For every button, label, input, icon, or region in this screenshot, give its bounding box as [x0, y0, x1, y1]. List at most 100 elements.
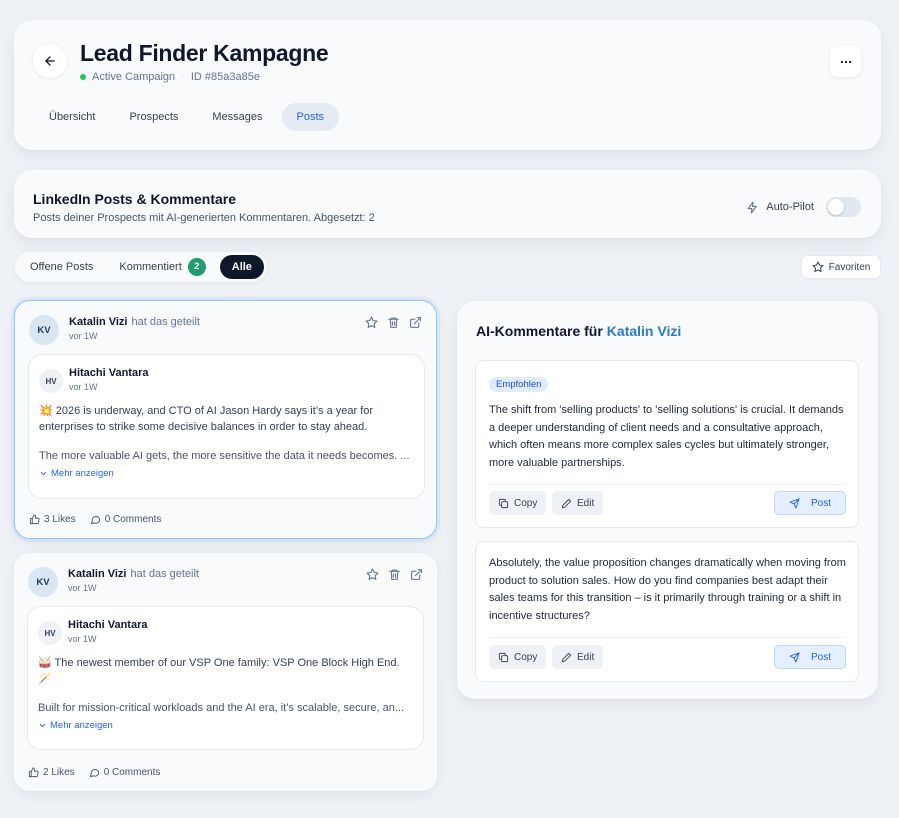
ai-title-text: AI-Kommentare für [476, 323, 603, 339]
shared-post: HV Hitachi Vantara vor 1W 💥 2026 is unde… [28, 354, 425, 499]
more-options-button[interactable] [830, 46, 861, 77]
post-actions [366, 568, 423, 581]
thumbs-up-icon [29, 514, 40, 525]
post-stats: 3 Likes 0 Comments [29, 514, 161, 525]
comments-label: 0 Comments [103, 767, 161, 778]
company-post-time: vor 1W [69, 382, 98, 392]
chevron-down-icon [39, 723, 46, 728]
post-author: Katalin Vizi hat das geteilt [69, 316, 200, 328]
post-time: vor 1W [68, 583, 97, 593]
show-more-label: Mehr anzeigen [51, 468, 114, 479]
edit-button[interactable]: Edit [552, 645, 604, 669]
post-stats: 2 Likes 0 Comments [28, 767, 160, 778]
company-name: Hitachi Vantara [68, 619, 148, 631]
trash-icon [389, 569, 400, 580]
delete-post-button[interactable] [387, 316, 400, 329]
shared-text: hat das geteilt [131, 316, 200, 328]
post-filter: Offene Posts Kommentiert 2 Alle [15, 252, 267, 282]
post-label: Post [810, 651, 831, 663]
send-icon [789, 497, 800, 509]
copy-button[interactable]: Copy [489, 645, 547, 669]
likes-count: 2 Likes [28, 767, 75, 778]
avatar: KV [29, 315, 59, 345]
likes-label: 2 Likes [43, 767, 75, 778]
trash-icon [388, 317, 399, 328]
comment-icon [90, 516, 100, 525]
separator: · [181, 71, 185, 83]
favorites-label: Favoriten [828, 261, 871, 273]
tab-posts[interactable]: Posts [281, 103, 340, 131]
copy-button[interactable]: Copy [489, 491, 547, 515]
show-more-link[interactable]: Mehr anzeigen [38, 720, 113, 731]
post-card[interactable]: KV Katalin Vizi hat das geteilt vor 1W HV… [14, 300, 437, 539]
show-more-link[interactable]: Mehr anzeigen [39, 468, 114, 479]
status-text: Active Campaign [92, 71, 176, 83]
arrow-left-icon [45, 56, 55, 66]
linkedin-section-header: LinkedIn Posts & Kommentare Posts deiner… [14, 170, 881, 238]
ai-comments-panel: AI-Kommentare für Katalin Vizi Empfohlen … [457, 301, 878, 699]
section-subtitle: Posts deiner Prospects mit AI-generierte… [33, 212, 375, 224]
copy-label: Copy [514, 651, 538, 663]
comments-label: 0 Comments [104, 514, 162, 525]
likes-label: 3 Likes [44, 514, 76, 525]
lightning-icon [747, 201, 758, 213]
company-name: Hitachi Vantara [69, 367, 149, 379]
page-title: Lead Finder Kampagne [80, 40, 329, 66]
back-button[interactable] [33, 44, 67, 78]
filter-commented-label: Kommentiert [119, 261, 182, 273]
pencil-icon [561, 652, 572, 662]
post-card[interactable]: KV Katalin Vizi hat das geteilt vor 1W HV… [14, 553, 437, 791]
comment-icon [89, 769, 99, 778]
tab-messages[interactable]: Messages [197, 103, 277, 131]
send-icon [789, 651, 800, 663]
autopilot-control: Auto-Pilot [746, 197, 861, 217]
external-link-icon [410, 317, 421, 328]
favorite-post-button[interactable] [366, 568, 379, 581]
filter-commented[interactable]: Kommentiert 2 [107, 255, 217, 279]
recommended-badge: Empfohlen [489, 377, 549, 392]
post-comment-button[interactable]: Post [773, 645, 846, 669]
comment-text: Absolutely, the value proposition change… [489, 557, 846, 622]
status-dot [80, 74, 86, 80]
filter-all[interactable]: Alle [219, 255, 264, 279]
autopilot-toggle[interactable] [826, 197, 861, 217]
favorite-post-button[interactable] [365, 316, 378, 329]
shared-text: hat das geteilt [130, 568, 199, 580]
avatar: KV [28, 567, 58, 597]
ai-panel-title: AI-Kommentare für Katalin Vizi [476, 323, 681, 339]
lead-name-link[interactable]: Katalin Vizi [607, 323, 681, 339]
post-text: 🥁 The newest member of our VSP One famil… [38, 657, 400, 685]
star-icon [365, 316, 378, 328]
comments-count: 0 Comments [89, 767, 161, 778]
copy-label: Copy [514, 497, 538, 509]
post-time: vor 1W [69, 331, 98, 341]
filter-open-posts[interactable]: Offene Posts [18, 255, 105, 279]
post-comment-button[interactable]: Post [773, 491, 846, 515]
post-actions [365, 316, 422, 329]
campaign-meta: Active Campaign · ID #85a3a85e [80, 71, 260, 83]
open-external-button[interactable] [410, 568, 423, 581]
edit-label: Edit [577, 497, 595, 509]
copy-icon [498, 652, 509, 662]
ai-comment-card: Empfohlen The shift from 'selling produc… [475, 360, 859, 528]
post-text-continued: The more valuable AI gets, the more sens… [39, 450, 410, 462]
likes-count: 3 Likes [29, 514, 76, 525]
campaign-id: ID #85a3a85e [190, 71, 260, 83]
external-link-icon [411, 569, 422, 580]
pencil-icon [561, 498, 572, 508]
edit-button[interactable]: Edit [552, 491, 604, 515]
author-name: Katalin Vizi [68, 568, 127, 580]
chevron-down-icon [40, 471, 47, 476]
tab-uebersicht[interactable]: Übersicht [34, 103, 110, 131]
favorites-button[interactable]: Favoriten [801, 255, 881, 279]
tab-prospects[interactable]: Prospects [114, 103, 193, 131]
star-icon [366, 568, 379, 580]
open-external-button[interactable] [409, 316, 422, 329]
divider [489, 484, 845, 485]
thumbs-up-icon [28, 767, 39, 778]
divider [489, 637, 845, 638]
delete-post-button[interactable] [388, 568, 401, 581]
author-name: Katalin Vizi [69, 316, 128, 328]
star-icon [812, 261, 824, 272]
copy-icon [498, 498, 509, 508]
